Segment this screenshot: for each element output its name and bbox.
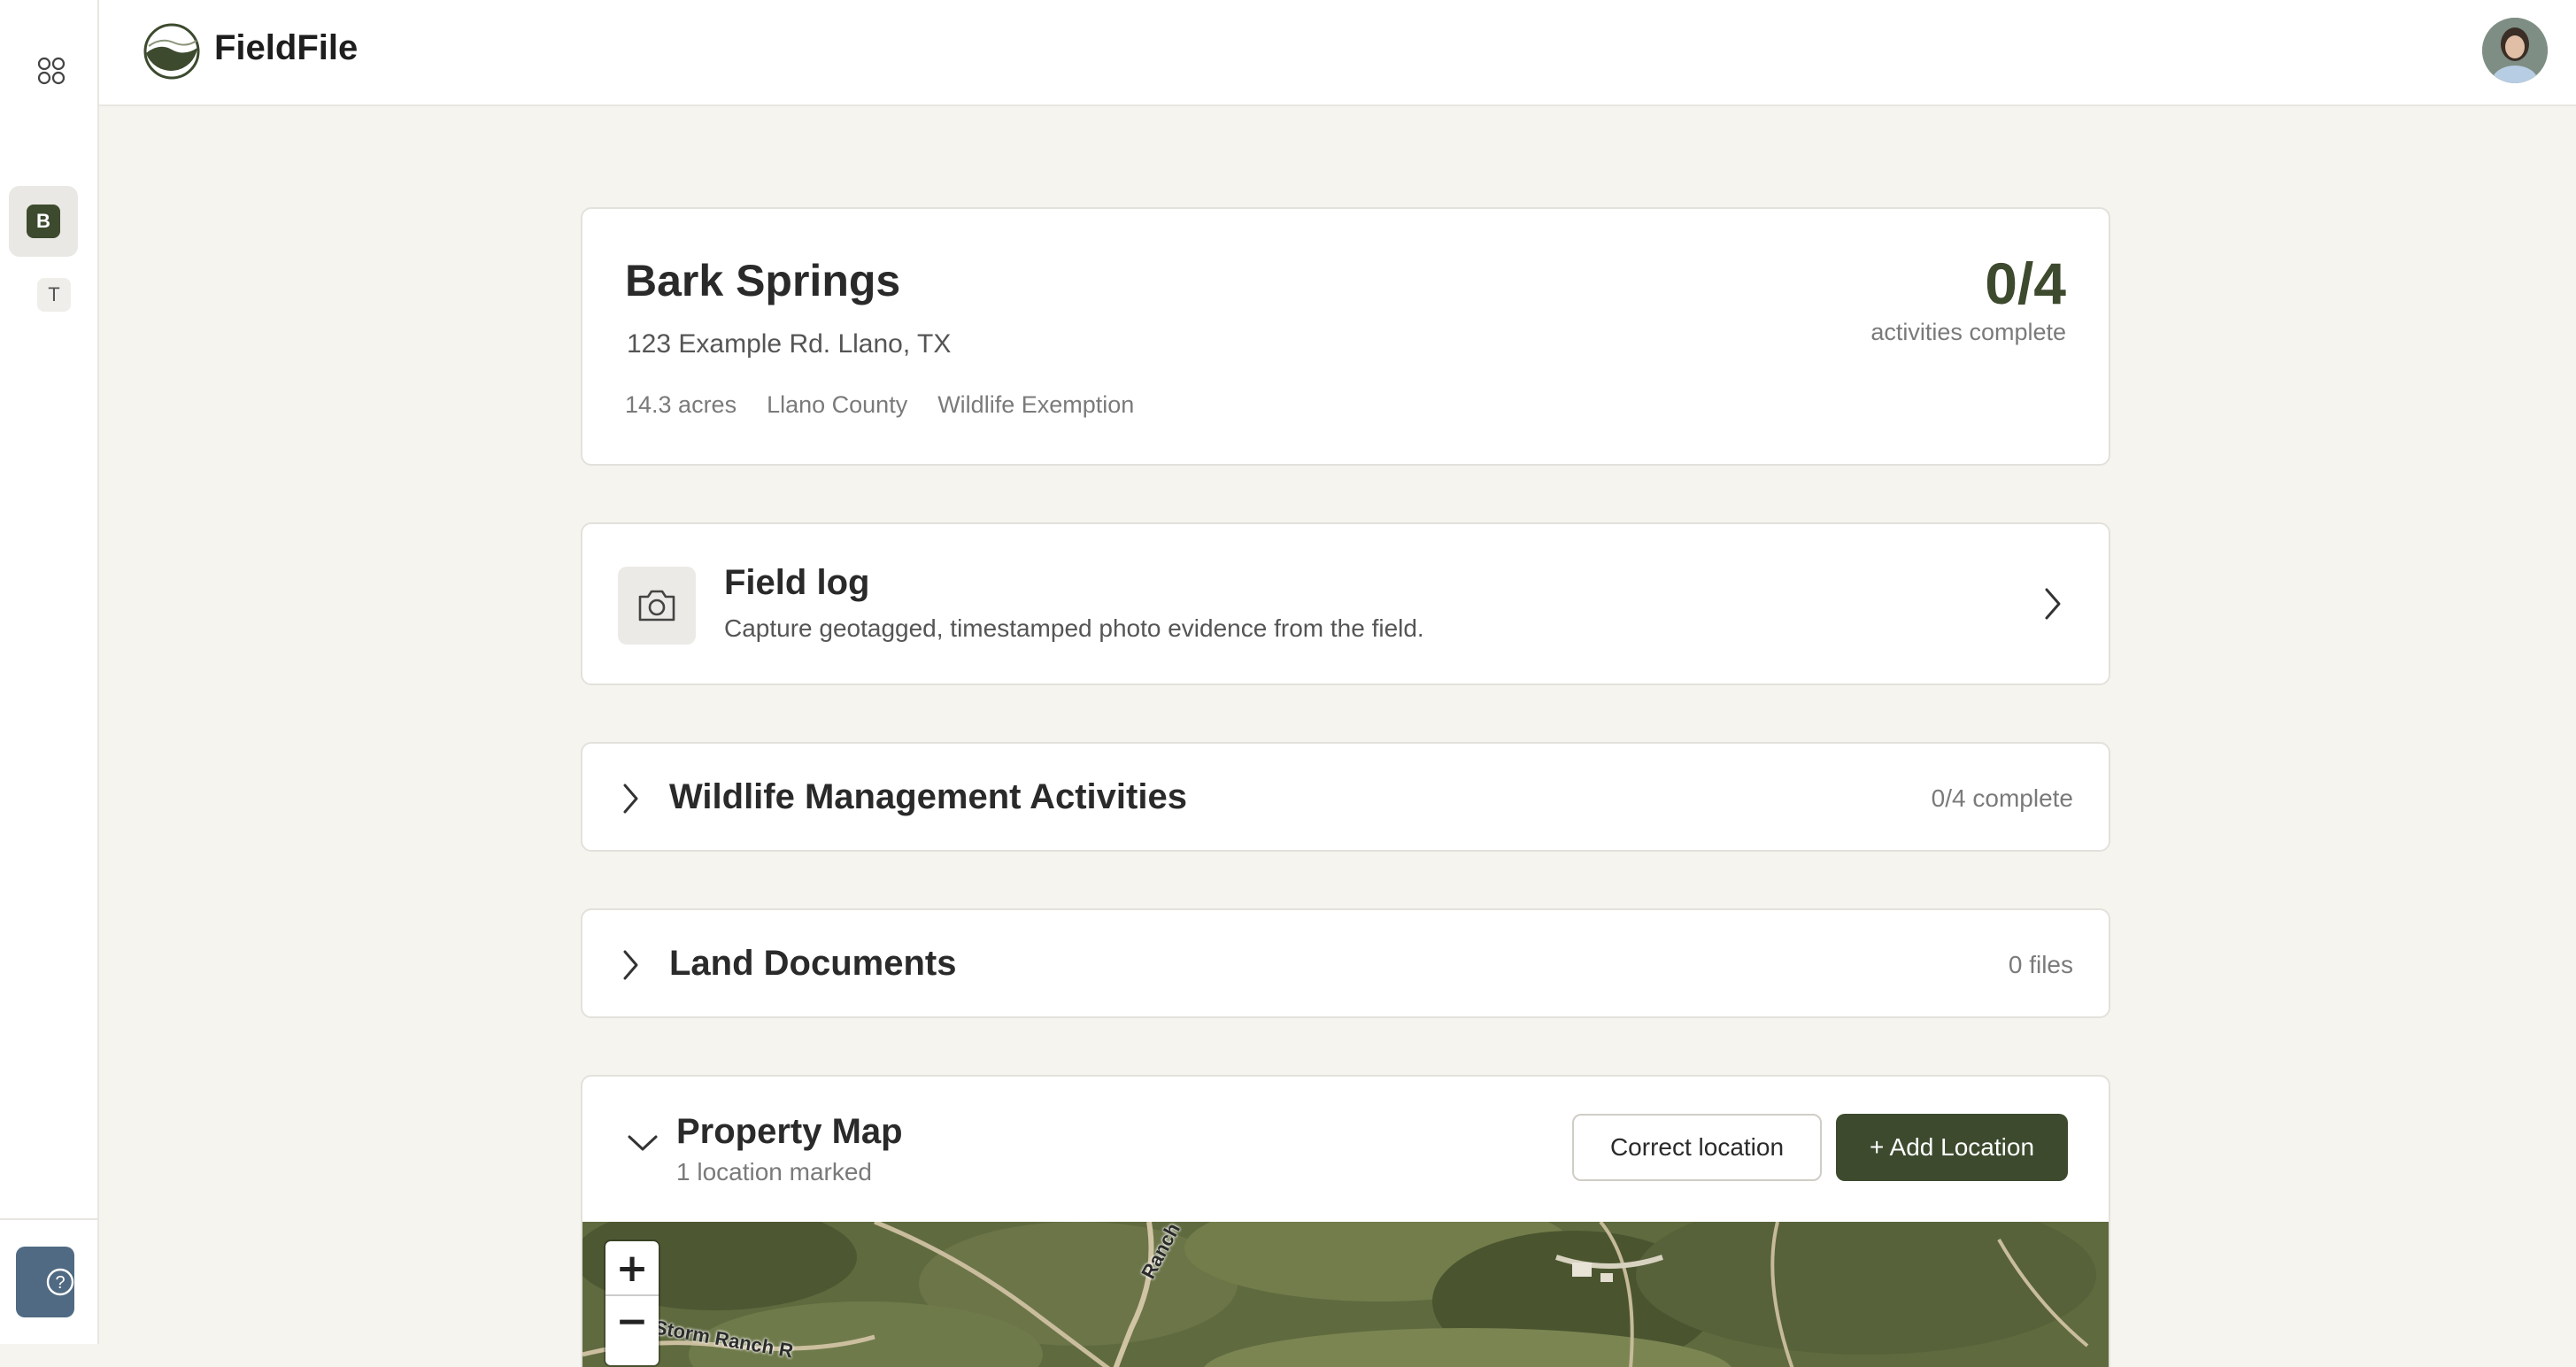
brand-name[interactable]: FieldFile: [214, 28, 358, 68]
wildlife-activities-title: Wildlife Management Activities: [669, 777, 1187, 816]
rail-divider: [0, 1218, 97, 1220]
zoom-in-button[interactable]: +: [605, 1241, 659, 1296]
property-name: Bark Springs: [625, 256, 901, 305]
zoom-out-button[interactable]: −: [605, 1294, 659, 1348]
chevron-right-icon: [2043, 586, 2063, 626]
camera-icon: [638, 590, 675, 622]
field-log-title: Field log: [724, 563, 870, 602]
add-location-button[interactable]: + Add Location: [1836, 1114, 2068, 1181]
activities-progress-label: activities complete: [1870, 319, 2066, 345]
land-documents-section[interactable]: Land Documents 0 files: [581, 908, 2110, 1018]
land-documents-count: 0 files: [2008, 951, 2073, 978]
wildlife-activities-status: 0/4 complete: [1931, 784, 2073, 812]
property-exemption: Wildlife Exemption: [937, 391, 1135, 418]
field-log-subtitle: Capture geotagged, timestamped photo evi…: [724, 614, 1424, 642]
property-map-subtitle: 1 location marked: [676, 1158, 873, 1186]
rail-badge: B: [27, 205, 60, 238]
rail-item-bark-springs[interactable]: B: [9, 186, 78, 257]
rail-badge: T: [37, 278, 71, 312]
property-county: Llano County: [767, 391, 908, 418]
property-meta: 14.3 acres Llano County Wildlife Exempti…: [625, 391, 1134, 419]
property-map-section: Property Map 1 location marked Correct l…: [581, 1075, 2110, 1367]
left-rail: B T ?: [0, 0, 99, 1344]
activities-progress: 0/4: [1985, 251, 2066, 316]
correct-location-button[interactable]: Correct location: [1572, 1114, 1822, 1181]
land-documents-title: Land Documents: [669, 944, 957, 983]
field-log-card[interactable]: Field log Capture geotagged, timestamped…: [581, 522, 2110, 685]
zoom-control: + −: [605, 1241, 659, 1365]
rail-item-t[interactable]: T: [37, 278, 71, 312]
property-acres: 14.3 acres: [625, 391, 737, 418]
help-button[interactable]: ?: [16, 1247, 74, 1317]
chevron-right-icon: [621, 783, 641, 819]
top-bar: FieldFile: [99, 0, 2576, 106]
satellite-map[interactable]: Ranch Storm Ranch R + −: [582, 1219, 2109, 1367]
chevron-down-icon[interactable]: [627, 1133, 659, 1157]
camera-icon-box: [618, 567, 696, 645]
satellite-imagery: [582, 1222, 2109, 1367]
property-card: Bark Springs 123 Example Rd. Llano, TX 1…: [581, 207, 2110, 466]
apps-grid-icon[interactable]: [37, 57, 66, 85]
property-map-title: Property Map: [676, 1112, 903, 1151]
chevron-right-icon: [621, 949, 641, 985]
help-icon: ?: [46, 1268, 74, 1296]
user-avatar[interactable]: [2482, 18, 2548, 83]
fieldfile-logo-icon[interactable]: [143, 23, 200, 80]
wildlife-activities-section[interactable]: Wildlife Management Activities 0/4 compl…: [581, 742, 2110, 852]
property-address: 123 Example Rd. Llano, TX: [627, 329, 952, 359]
svg-text:?: ?: [55, 1273, 65, 1293]
